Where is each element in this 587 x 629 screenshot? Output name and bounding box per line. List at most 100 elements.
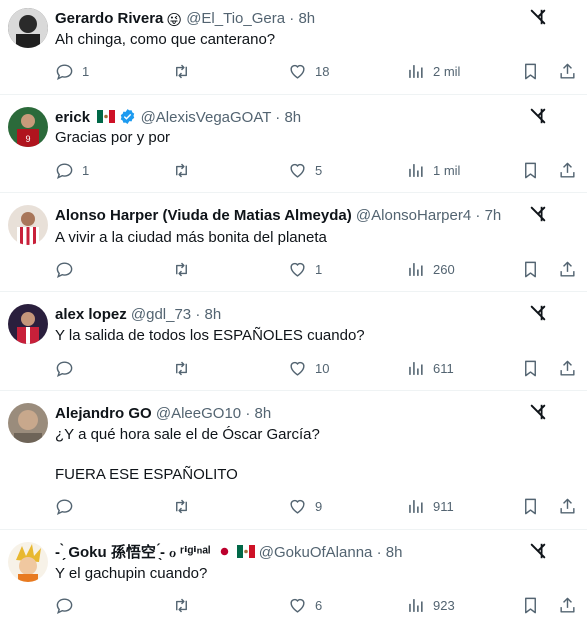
tweet-text-line-2: FUERA ESE ESPAÑOLITO [55, 466, 238, 483]
retweet-button[interactable] [172, 161, 199, 180]
tweet-header: erick @AlexisVegaGOAT · 8h [55, 108, 527, 128]
views-button[interactable]: 1 mil [406, 161, 460, 180]
grok-icon[interactable] [529, 542, 547, 560]
bookmark-button[interactable] [521, 497, 540, 521]
like-button[interactable]: 10 [288, 359, 329, 378]
user-handle[interactable]: @gdl_73 [131, 306, 191, 323]
like-button[interactable]: 5 [288, 161, 322, 180]
reply-button[interactable]: 1 [55, 62, 89, 81]
timestamp[interactable]: 7h [485, 207, 502, 224]
share-button[interactable] [558, 161, 577, 185]
display-name[interactable]: Gerardo Rivera [55, 10, 163, 27]
avatar[interactable] [8, 403, 48, 443]
retweet-button[interactable] [172, 260, 199, 279]
bookmark-icon [525, 597, 536, 614]
user-handle[interactable]: @AlexisVegaGOAT [141, 109, 272, 126]
share-button[interactable] [558, 62, 577, 86]
user-handle[interactable]: @AlonsoHarper4 [356, 207, 471, 224]
bookmark-button[interactable] [521, 260, 540, 284]
grok-icon[interactable] [529, 304, 547, 322]
action-bar: 1 18 2 mil [55, 62, 579, 82]
separator-dot: · [475, 207, 481, 224]
timestamp[interactable]: 8h [205, 306, 222, 323]
views-button[interactable]: 2 mil [406, 62, 460, 81]
bookmark-button[interactable] [521, 596, 540, 620]
views-count: 1 mil [433, 163, 461, 178]
views-button[interactable]: 911 [406, 497, 454, 516]
avatar[interactable] [8, 205, 48, 245]
share-button[interactable] [558, 359, 577, 383]
like-count: 9 [315, 499, 323, 514]
retweet-button[interactable] [172, 596, 199, 615]
display-name[interactable]: Alejandro GO [55, 405, 152, 422]
reply-button[interactable] [55, 359, 82, 378]
retweet-button[interactable] [172, 359, 199, 378]
display-name[interactable]: - ̗̀ Goku 孫悟空 ̖́- ℴ ʳⁱᵍⁱⁿᵃˡ [55, 544, 210, 561]
views-icon [409, 263, 423, 276]
display-name[interactable]: Alonso Harper (Viuda de Matias Almeyda) [55, 207, 352, 224]
tweet[interactable]: Alejandro GO @AleeGO10 · 8h ¿Y a qué hor… [0, 391, 587, 530]
timestamp[interactable]: 8h [254, 405, 271, 422]
avatar[interactable] [8, 542, 48, 582]
timestamp[interactable]: 8h [284, 109, 301, 126]
avatar[interactable]: 9 [8, 107, 48, 147]
tweet[interactable]: alex lopez @gdl_73 · 8h Y la salida de t… [0, 292, 587, 391]
reply-icon [56, 262, 73, 278]
bookmark-icon [525, 63, 536, 80]
reply-button[interactable]: 1 [55, 161, 89, 180]
reply-button[interactable] [55, 596, 82, 615]
tweet[interactable]: Gerardo Rivera 😜 @El_Tio_Gera · 8h Ah chi… [0, 0, 587, 95]
avatar[interactable] [8, 8, 48, 48]
tweet[interactable]: 9 erick @AlexisVegaGOAT · 8h Gracias por… [0, 95, 587, 193]
like-icon [290, 64, 305, 79]
retweet-button[interactable] [172, 497, 199, 516]
display-name[interactable]: alex lopez [55, 306, 127, 323]
like-button[interactable]: 18 [288, 62, 329, 81]
avatar[interactable] [8, 304, 48, 344]
grok-icon[interactable] [529, 8, 547, 26]
bookmark-button[interactable] [521, 161, 540, 185]
timestamp[interactable]: 8h [298, 10, 315, 27]
like-button[interactable]: 6 [288, 596, 322, 615]
like-count: 1 [315, 262, 323, 277]
tweet-text: A vivir a la ciudad más bonita del plane… [55, 229, 327, 246]
user-handle[interactable]: @El_Tio_Gera [186, 10, 285, 27]
share-button[interactable] [558, 497, 577, 521]
bookmark-button[interactable] [521, 62, 540, 86]
views-icon [409, 65, 423, 78]
reply-icon [56, 64, 73, 80]
share-button[interactable] [558, 260, 577, 284]
timestamp[interactable]: 8h [386, 544, 403, 561]
grok-icon[interactable] [529, 403, 547, 421]
display-name[interactable]: erick [55, 109, 90, 126]
action-bar: 1 260 [55, 260, 579, 280]
tweet[interactable]: Alonso Harper (Viuda de Matias Almeyda) … [0, 193, 587, 292]
share-button[interactable] [558, 596, 577, 620]
reply-button[interactable] [55, 260, 82, 279]
like-button[interactable]: 1 [288, 260, 322, 279]
tweet-text: Ah chinga, como que canterano? [55, 31, 276, 48]
action-bar: 10 611 [55, 359, 579, 379]
grok-icon[interactable] [529, 205, 547, 223]
views-button[interactable]: 611 [406, 359, 454, 378]
bookmark-icon [525, 498, 536, 515]
grok-icon[interactable] [529, 107, 547, 125]
retweet-button[interactable] [172, 62, 199, 81]
user-handle[interactable]: @AleeGO10 [156, 405, 241, 422]
reply-button[interactable] [55, 497, 82, 516]
views-button[interactable]: 923 [406, 596, 455, 615]
tweet-header: Alonso Harper (Viuda de Matias Almeyda) … [55, 206, 527, 226]
avatar-image: 9 [8, 107, 48, 147]
like-button[interactable]: 9 [288, 497, 322, 516]
user-handle[interactable]: @GokuOfAlanna [259, 544, 373, 561]
bookmark-icon [525, 261, 536, 278]
tweet-text: Y el gachupin cuando? [55, 565, 208, 582]
reply-feed: Gerardo Rivera 😜 @El_Tio_Gera · 8h Ah chi… [0, 0, 587, 629]
bookmark-button[interactable] [521, 359, 540, 383]
reply-icon [56, 499, 73, 515]
like-count: 10 [315, 361, 330, 376]
reply-count: 1 [82, 163, 90, 178]
views-button[interactable]: 260 [406, 260, 455, 279]
views-count: 611 [433, 361, 454, 376]
tweet[interactable]: - ̗̀ Goku 孫悟空 ̖́- ℴ ʳⁱᵍⁱⁿᵃˡ @GokuOfAlann… [0, 530, 587, 629]
